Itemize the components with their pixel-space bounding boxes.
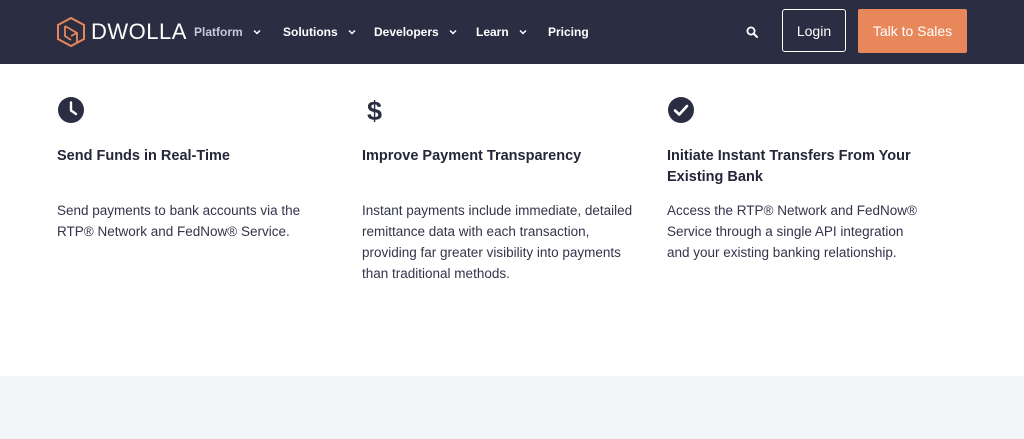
nav-developers[interactable]: Developers [374,23,457,41]
feature-title: Improve Payment Transparency [362,148,582,164]
nav-pricing[interactable]: Pricing [548,23,589,41]
chevron-down-icon [449,29,457,35]
nav-learn[interactable]: Learn [476,23,527,41]
feature-real-time: Send Funds in Real-Time Send payments to… [57,96,327,239]
feature-description: Send payments to bank accounts via the R… [57,203,301,239]
talk-to-sales-button[interactable]: Talk to Sales [858,9,967,53]
feature-title: Send Funds in Real-Time [57,148,230,164]
nav-learn-label: Learn [476,25,509,39]
login-button[interactable]: Login [782,9,846,52]
feature-instant-transfers: Initiate Instant Transfers From Your Exi… [667,96,947,260]
feature-transparency: $ Improve Payment Transparency Instant p… [362,96,642,281]
search-icon[interactable] [746,26,758,38]
feature-description: Access the RTP® Network and FedNow® Serv… [667,203,917,260]
nav-pricing-label: Pricing [548,25,589,39]
nav-platform[interactable]: Platform [194,23,261,41]
dwolla-logo-icon [57,17,85,47]
top-navigation-bar: DWOLLA Platform Solutions Developers Lea… [0,0,1024,64]
feature-description: Instant payments include immediate, deta… [362,203,633,281]
dwolla-logo[interactable]: DWOLLA [57,17,187,47]
dollar-icon: $ [367,96,382,124]
svg-text:$: $ [367,96,382,124]
nav-solutions-label: Solutions [283,25,338,39]
next-section-background [0,376,1024,439]
nav-developers-label: Developers [374,25,439,39]
logo-wordmark: DWOLLA [91,19,187,44]
check-circle-icon [668,97,694,123]
chevron-down-icon [519,29,527,35]
chevron-down-icon [348,29,356,35]
nav-solutions[interactable]: Solutions [283,23,356,41]
nav-platform-label: Platform [194,25,243,39]
clock-icon [58,97,84,123]
chevron-down-icon [253,29,261,35]
feature-title: Initiate Instant Transfers From Your Exi… [667,148,911,185]
